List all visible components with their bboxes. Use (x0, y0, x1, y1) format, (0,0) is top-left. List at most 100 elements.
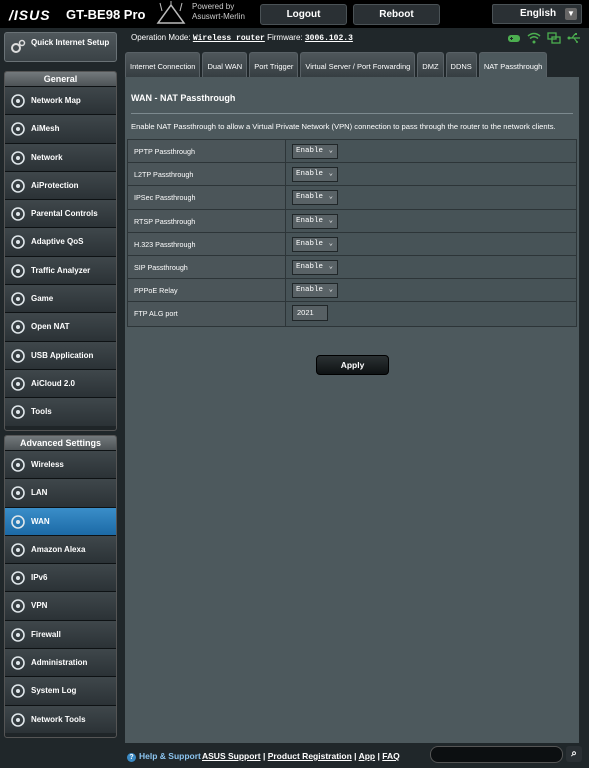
sidebar-item-aiprotection[interactable]: AiProtection (5, 170, 116, 200)
tab-dmz[interactable]: DMZ (417, 52, 444, 77)
passthrough-select[interactable]: Enable ⌄ (292, 167, 338, 183)
help-support: ? Help & Support (127, 751, 201, 762)
select-value: Enable (296, 286, 324, 295)
row-label: PPPoE Relay (128, 279, 285, 302)
row-value-cell: Enable ⌄ (285, 186, 576, 209)
sidebar-item-firewall[interactable]: Firewall (5, 619, 116, 649)
sidebar-item-lan[interactable]: LAN (5, 478, 116, 507)
powered-by-firmware: Asuswrt-Merlin (192, 12, 245, 21)
tab-ddns[interactable]: DDNS (445, 52, 477, 77)
tab-internet-connection[interactable]: Internet Connection (125, 52, 201, 77)
tab-nat-passthrough[interactable]: NAT Passthrough (478, 52, 548, 77)
separator: | (377, 751, 380, 761)
sidebar-item-vpn[interactable]: VPN (5, 591, 116, 620)
qis-gear-icon (11, 39, 26, 53)
sidebar-item-adaptive-qos[interactable]: Adaptive QoS (5, 227, 116, 256)
sidebar-item-tools[interactable]: Tools (5, 397, 116, 426)
sidebar-item-usb-application[interactable]: USB Application (5, 340, 116, 369)
passthrough-select[interactable]: Enable ⌄ (292, 190, 338, 206)
sidebar-item-traffic-analyzer[interactable]: Traffic Analyzer (5, 255, 116, 285)
sidebar-item-parental-controls[interactable]: Parental Controls (5, 199, 116, 228)
chevron-down-icon: ⌄ (328, 147, 333, 155)
logout-button[interactable]: Logout (260, 4, 347, 25)
model-name: GT-BE98 Pro (66, 7, 146, 22)
page-description: Enable NAT Passthrough to allow a Virtua… (131, 122, 556, 131)
passthrough-select[interactable]: Enable ⌄ (292, 259, 338, 275)
gamepad-status-icon[interactable] (507, 32, 521, 44)
table-row: SIP Passthrough Enable ⌄ (128, 255, 576, 280)
sidebar-item-label: LAN (31, 488, 48, 498)
table-row: PPTP Passthrough Enable ⌄ (128, 140, 576, 164)
passthrough-select[interactable]: Enable ⌄ (292, 213, 338, 229)
sidebar-item-game[interactable]: Game (5, 284, 116, 313)
sidebar-advanced: Advanced Settings Wireless LAN WAN Amazon A… (4, 435, 117, 738)
app-link[interactable]: App (359, 751, 376, 761)
sidebar-item-label: Parental Controls (31, 209, 98, 219)
sidebar-item-label: Amazon Alexa (31, 544, 86, 554)
page-title: WAN - NAT Passthrough (131, 93, 236, 103)
ftp-alg-label: FTP ALG port (128, 302, 285, 326)
table-row: H.323 Passthrough Enable ⌄ (128, 232, 576, 256)
lan-icon (10, 485, 26, 501)
asus-logo: /ISUS (9, 7, 51, 23)
search-input[interactable] (430, 746, 563, 763)
search-icon[interactable]: ⌕ (566, 746, 582, 762)
sidebar-item-network[interactable]: Network (5, 142, 116, 171)
usb-status-icon[interactable] (567, 32, 581, 44)
passthrough-select[interactable]: Enable ⌄ (292, 144, 338, 159)
row-label: SIP Passthrough (128, 255, 285, 279)
tab-port-trigger[interactable]: Port Trigger (249, 52, 299, 77)
content-panel: WAN - NAT Passthrough Enable NAT Passthr… (125, 77, 579, 743)
apply-button[interactable]: Apply (316, 355, 389, 375)
help-label: Help & Support (139, 751, 201, 761)
asus-support-link[interactable]: ASUS Support (202, 751, 261, 761)
product-registration-link[interactable]: Product Registration (268, 751, 352, 761)
sidebar-item-label: AiCloud 2.0 (31, 378, 76, 388)
table-row: FTP ALG port 2021 (128, 302, 576, 326)
network-status-icon[interactable] (547, 32, 561, 44)
traffic-icon (10, 263, 26, 279)
sidebar-item-network-tools[interactable]: Network Tools (5, 704, 116, 733)
quick-internet-setup-button[interactable]: Quick Internet Setup (4, 32, 117, 62)
firmware-link[interactable]: 3006.102.3 (305, 34, 353, 43)
passthrough-select[interactable]: Enable ⌄ (292, 283, 338, 299)
tools-icon (10, 712, 26, 728)
row-label: L2TP Passthrough (128, 163, 285, 186)
wifi-status-icon[interactable] (527, 32, 541, 44)
sidebar-item-administration[interactable]: Administration (5, 648, 116, 677)
sidebar-item-wireless[interactable]: Wireless (5, 450, 116, 479)
chevron-down-icon: ⌄ (328, 193, 333, 202)
sidebar-item-label: Game (31, 294, 54, 304)
sidebar-item-aimesh[interactable]: AiMesh (5, 114, 116, 143)
sidebar-item-amazon-alexa[interactable]: Amazon Alexa (5, 534, 116, 564)
sidebar-item-network-map[interactable]: Network Map (5, 86, 116, 115)
family-icon (10, 206, 26, 222)
sidebar-item-system-log[interactable]: System Log (5, 676, 116, 705)
chevron-down-icon: ⌄ (328, 170, 333, 179)
reboot-button[interactable]: Reboot (353, 4, 440, 25)
ftp-alg-port-input[interactable]: 2021 (292, 305, 328, 322)
passthrough-select[interactable]: Enable ⌄ (292, 236, 338, 252)
powered-by: Powered by Asuswrt-Merlin (192, 2, 245, 22)
vpn-icon (10, 598, 26, 614)
sidebar-item-wan[interactable]: WAN (5, 506, 116, 535)
tab-dual-wan[interactable]: Dual WAN (202, 52, 248, 77)
op-mode-link[interactable]: Wireless router (193, 34, 265, 43)
row-label: H.323 Passthrough (128, 232, 285, 255)
tab-bar: Internet Connection Dual WAN Port Trigger V… (125, 52, 548, 77)
network-map-icon (10, 93, 26, 109)
sidebar-item-ipv6[interactable]: IPv6 (5, 563, 116, 592)
chevron-down-icon: ⌄ (328, 262, 333, 271)
chevron-down-icon: ⌄ (328, 286, 333, 295)
tab-virtual-server-port-forwarding[interactable]: Virtual Server / Port Forwarding (300, 52, 416, 77)
sidebar-item-aicloud-2-0[interactable]: AiCloud 2.0 (5, 368, 116, 398)
faq-link[interactable]: FAQ (382, 751, 399, 761)
row-value-cell: Enable ⌄ (285, 255, 576, 279)
powered-by-label: Powered by (192, 2, 235, 11)
sidebar-item-open-nat[interactable]: Open NAT (5, 312, 116, 341)
usb-icon (10, 348, 26, 364)
sidebar-item-label: VPN (31, 601, 48, 611)
wifi-icon (10, 457, 26, 473)
sidebar-item-label: System Log (31, 686, 77, 696)
language-select[interactable]: English ▼ (492, 4, 582, 24)
